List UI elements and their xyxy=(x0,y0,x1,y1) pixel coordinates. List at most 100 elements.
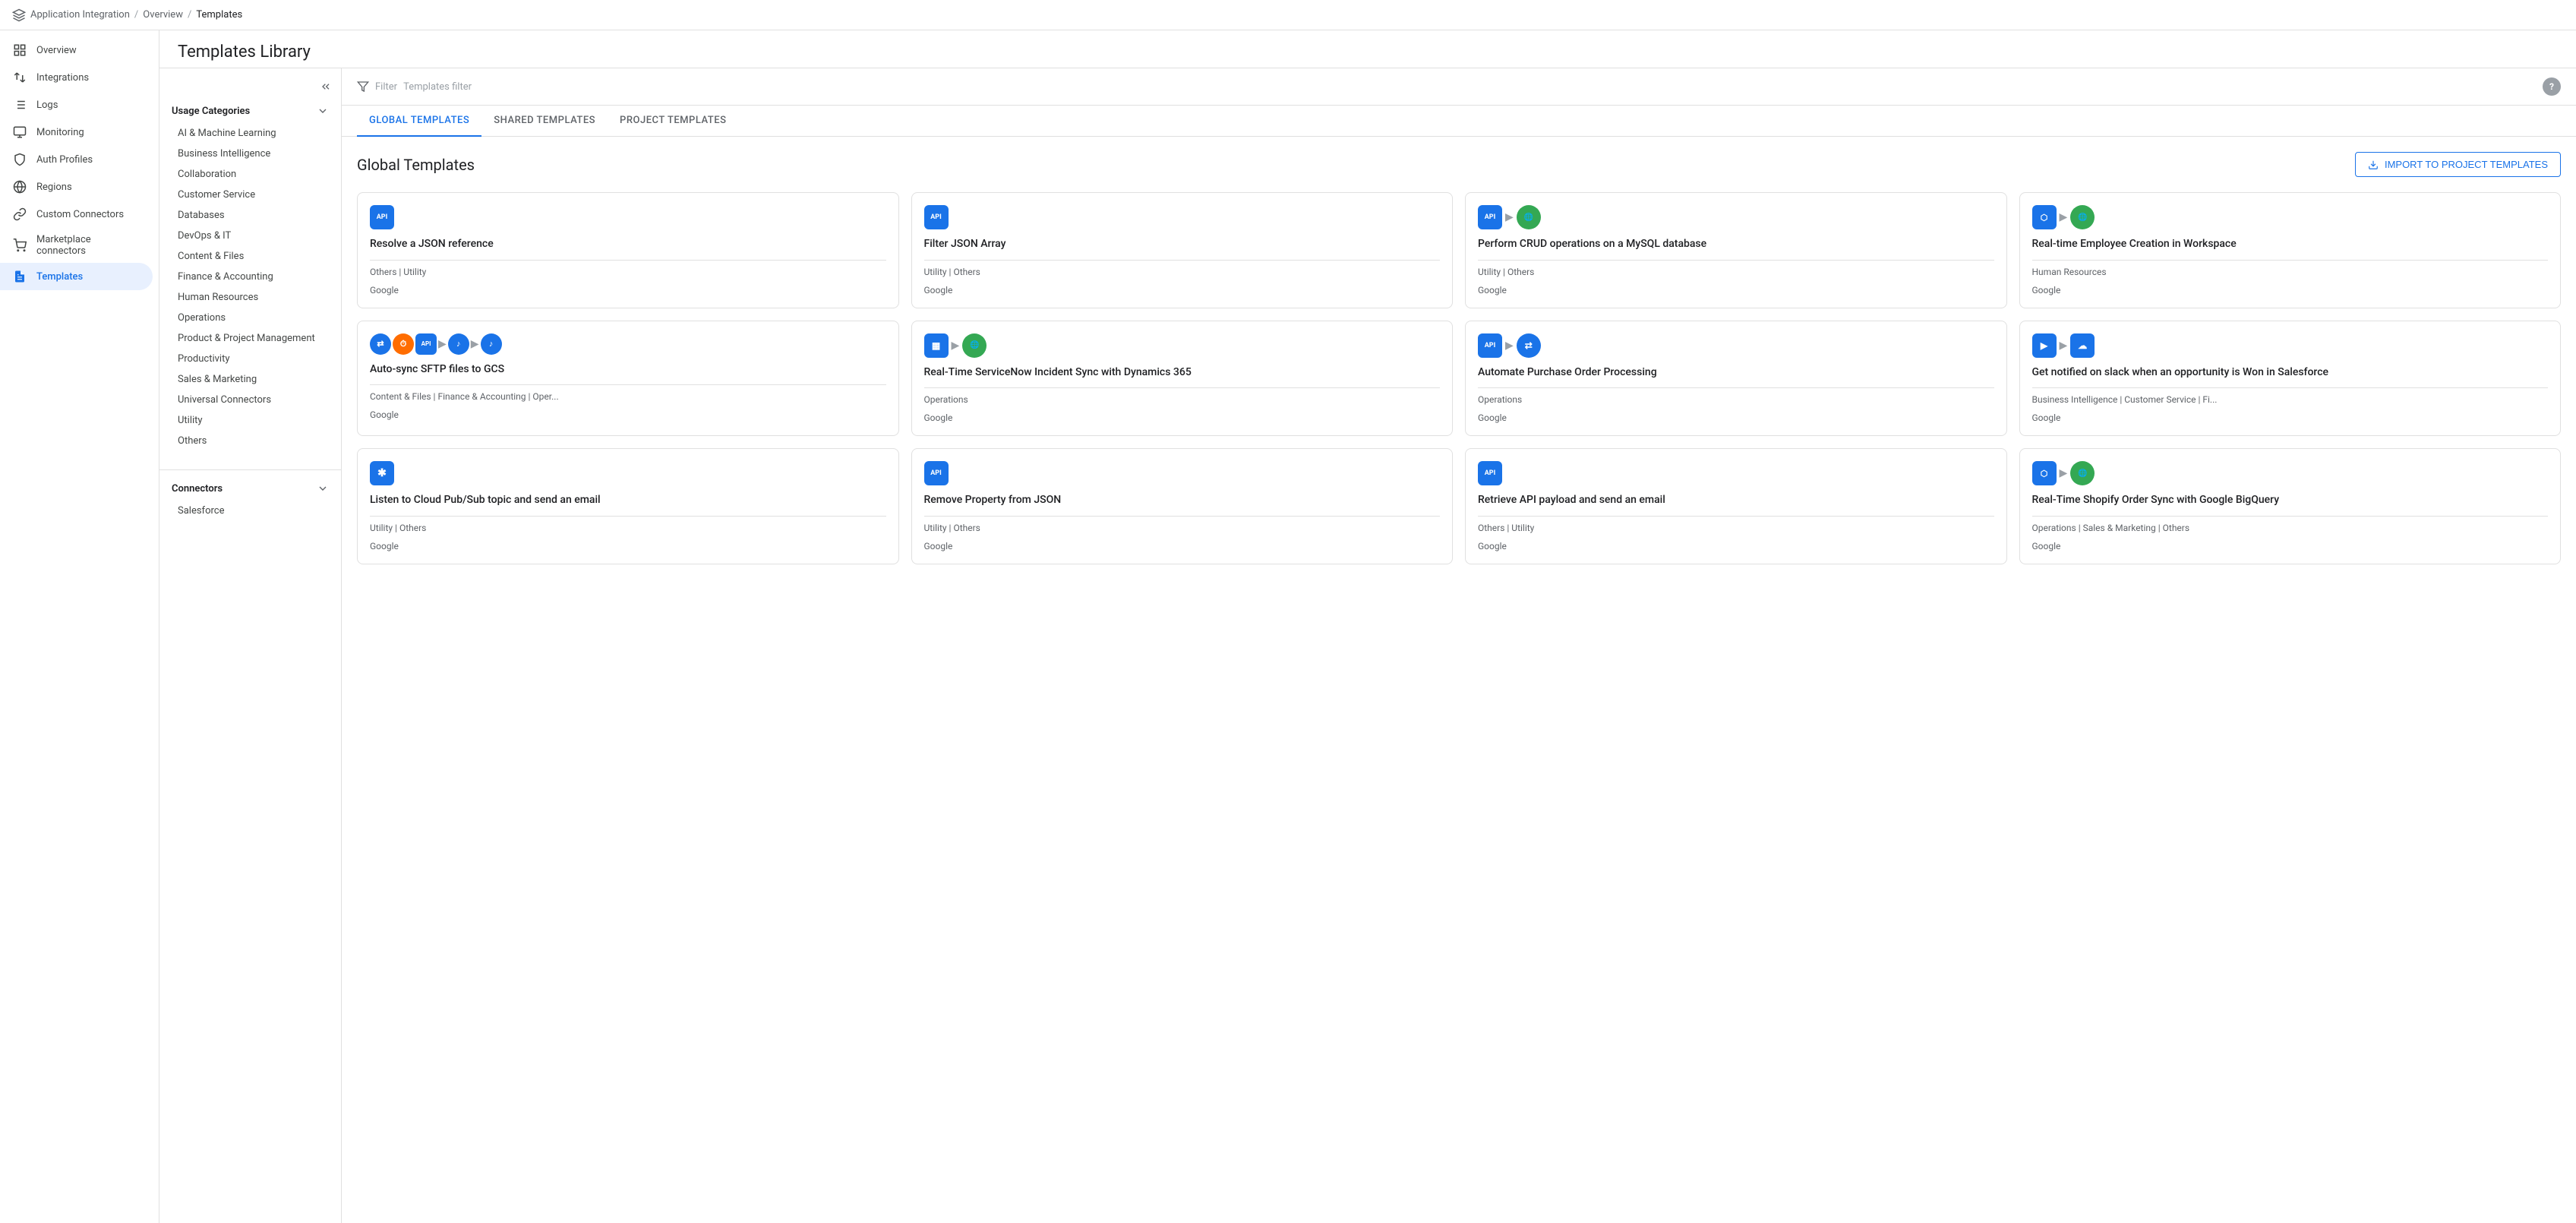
template-card-6[interactable]: ▦ ▶ 🌐 Real-Time ServiceNow Incident Sync… xyxy=(911,321,1454,437)
tab-project[interactable]: PROJECT TEMPLATES xyxy=(608,106,738,137)
card-icons-7: API ▶ ⇄ xyxy=(1478,333,1994,358)
overview-icon xyxy=(12,43,27,58)
card-meta-6: Operations xyxy=(924,387,1441,405)
connectors-label: Connectors xyxy=(172,483,223,495)
filter-finance[interactable]: Finance & Accounting xyxy=(166,267,335,287)
help-button[interactable]: ? xyxy=(2543,77,2561,96)
api-icon-1: API xyxy=(370,205,394,229)
page-header: Templates Library xyxy=(159,30,2576,68)
api-icon-2: API xyxy=(924,205,949,229)
card-provider-7: Google xyxy=(1478,412,1994,423)
filter-others[interactable]: Others xyxy=(166,431,335,451)
logs-icon xyxy=(12,97,27,112)
tab-global[interactable]: GLOBAL TEMPLATES xyxy=(357,106,481,137)
nav-item-custom-connectors[interactable]: Custom Connectors xyxy=(0,201,153,228)
nav-item-integrations[interactable]: Integrations xyxy=(0,64,153,91)
breadcrumb-overview[interactable]: Overview xyxy=(143,9,183,21)
card-provider-5: Google xyxy=(370,409,886,420)
filter-content-files[interactable]: Content & Files xyxy=(166,246,335,267)
nav-label-regions: Regions xyxy=(36,182,72,193)
card-meta-11: Others | Utility xyxy=(1478,516,1994,533)
chevron-down-icon-connectors xyxy=(317,482,329,495)
usage-categories-header[interactable]: Usage Categories xyxy=(166,99,335,123)
template-card-4[interactable]: ⬡ ▶ 🌐 Real-time Employee Creation in Wor… xyxy=(2019,192,2562,308)
template-card-9[interactable]: ✱ Listen to Cloud Pub/Sub topic and send… xyxy=(357,448,899,564)
api-icon-5: API xyxy=(415,333,437,355)
card-provider-1: Google xyxy=(370,285,886,295)
card-title-10: Remove Property from JSON xyxy=(924,493,1441,508)
card-icons-2: API xyxy=(924,205,1441,229)
filter-salesforce[interactable]: Salesforce xyxy=(166,501,335,521)
nav-item-logs[interactable]: Logs xyxy=(0,91,153,119)
nav-label-templates: Templates xyxy=(36,271,83,283)
template-card-10[interactable]: API Remove Property from JSON Utility | … xyxy=(911,448,1454,564)
filter-collab[interactable]: Collaboration xyxy=(166,164,335,185)
app-icon xyxy=(12,8,26,22)
nav-item-templates[interactable]: Templates xyxy=(0,263,153,290)
card-icons-4: ⬡ ▶ 🌐 xyxy=(2032,205,2549,229)
card-provider-12: Google xyxy=(2032,541,2549,551)
template-card-12[interactable]: ⬡ ▶ 🌐 Real-Time Shopify Order Sync with … xyxy=(2019,448,2562,564)
template-card-8[interactable]: ▶ ▶ ☁ Get notified on slack when an oppo… xyxy=(2019,321,2562,437)
import-icon xyxy=(2368,160,2379,170)
music2-icon-5: ♪ xyxy=(481,333,502,355)
breadcrumb-current: Templates xyxy=(196,9,242,21)
marketplace-icon xyxy=(12,238,27,253)
nav-item-overview[interactable]: Overview xyxy=(0,36,153,64)
chevron-down-icon xyxy=(317,105,329,117)
monitoring-icon xyxy=(12,125,27,140)
api-icon-11: API xyxy=(1478,461,1502,485)
nav-label-monitoring: Monitoring xyxy=(36,127,84,138)
filter-placeholder: Templates filter xyxy=(403,81,472,93)
filter-bar: Filter Templates filter ? xyxy=(342,68,2576,106)
template-card-3[interactable]: API ▶ 🌐 Perform CRUD operations on a MyS… xyxy=(1465,192,2007,308)
filter-sales-marketing[interactable]: Sales & Marketing xyxy=(166,369,335,390)
card-icons-11: API xyxy=(1478,461,1994,485)
api-icon-7: API xyxy=(1478,333,1502,358)
connectors-header[interactable]: Connectors xyxy=(166,476,335,501)
card-title-8: Get notified on slack when an opportunit… xyxy=(2032,365,2549,381)
card-provider-2: Google xyxy=(924,285,1441,295)
filter-customer-service[interactable]: Customer Service xyxy=(166,185,335,205)
card-meta-5: Content & Files | Finance & Accounting |… xyxy=(370,384,886,402)
nav-label-overview: Overview xyxy=(36,45,77,56)
filter-operations[interactable]: Operations xyxy=(166,308,335,328)
template-card-2[interactable]: API Filter JSON Array Utility | Others G… xyxy=(911,192,1454,308)
nav-item-regions[interactable]: Regions xyxy=(0,173,153,201)
tab-shared[interactable]: SHARED TEMPLATES xyxy=(481,106,608,137)
template-card-7[interactable]: API ▶ ⇄ Automate Purchase Order Processi… xyxy=(1465,321,2007,437)
connectors-section: Connectors Salesforce xyxy=(159,476,341,533)
card-title-9: Listen to Cloud Pub/Sub topic and send a… xyxy=(370,493,886,508)
filter-databases[interactable]: Databases xyxy=(166,205,335,226)
card-provider-3: Google xyxy=(1478,285,1994,295)
filter-ai-ml[interactable]: AI & Machine Learning xyxy=(166,123,335,144)
card-icons-5: ⇄ ⏱ API ▶ ♪ ▶ ♪ xyxy=(370,333,886,355)
tabs-bar: GLOBAL TEMPLATES SHARED TEMPLATES PROJEC… xyxy=(342,106,2576,137)
card-title-7: Automate Purchase Order Processing xyxy=(1478,365,1994,381)
arrow-circle-icon-5: ⇄ xyxy=(370,333,391,355)
nav-label-auth-profiles: Auth Profiles xyxy=(36,154,93,166)
filter-productivity[interactable]: Productivity xyxy=(166,349,335,369)
clock-icon-5: ⏱ xyxy=(393,333,414,355)
card-title-6: Real-Time ServiceNow Incident Sync with … xyxy=(924,365,1441,381)
sidebar-collapse-btn[interactable] xyxy=(159,74,341,99)
card-icons-12: ⬡ ▶ 🌐 xyxy=(2032,461,2549,485)
template-card-5[interactable]: ⇄ ⏱ API ▶ ♪ ▶ ♪ Auto-sync SFTP files to … xyxy=(357,321,899,437)
filter-bi[interactable]: Business Intelligence xyxy=(166,144,335,164)
filter-universal[interactable]: Universal Connectors xyxy=(166,390,335,410)
nav-item-marketplace[interactable]: Marketplace connectors xyxy=(0,228,153,263)
import-to-project-button[interactable]: IMPORT TO PROJECT TEMPLATES xyxy=(2355,152,2561,177)
filter-utility[interactable]: Utility xyxy=(166,410,335,431)
breadcrumb-app[interactable]: Application Integration xyxy=(30,9,130,21)
nav-item-monitoring[interactable]: Monitoring xyxy=(0,119,153,146)
filter-divider xyxy=(159,469,341,470)
filter-devops[interactable]: DevOps & IT xyxy=(166,226,335,246)
card-meta-4: Human Resources xyxy=(2032,260,2549,277)
filter-product-project[interactable]: Product & Project Management xyxy=(166,328,335,349)
custom-connectors-icon xyxy=(12,207,27,222)
arrow2-5: ▶ xyxy=(471,338,479,350)
template-card-11[interactable]: API Retrieve API payload and send an ema… xyxy=(1465,448,2007,564)
filter-hr[interactable]: Human Resources xyxy=(166,287,335,308)
nav-item-auth-profiles[interactable]: Auth Profiles xyxy=(0,146,153,173)
template-card-1[interactable]: API Resolve a JSON reference Others | Ut… xyxy=(357,192,899,308)
